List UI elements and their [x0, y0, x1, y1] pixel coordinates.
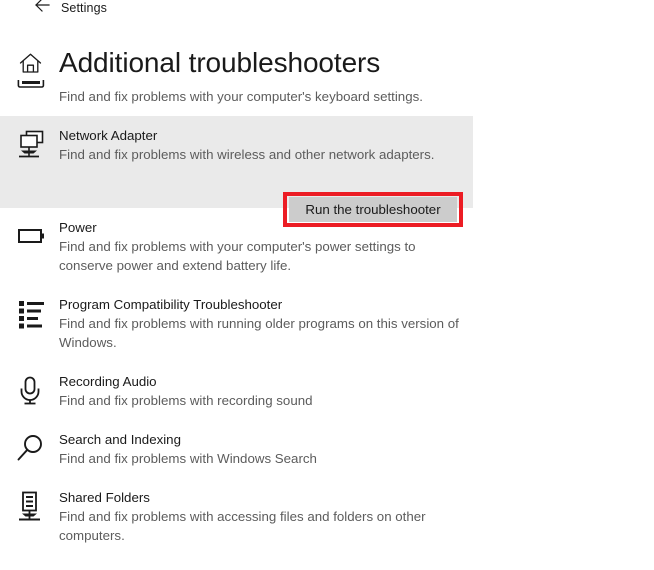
list-icon — [17, 298, 47, 330]
page-subtitle: Find and fix problems with your computer… — [59, 89, 423, 104]
list-item: Search and Indexing Find and fix problem… — [0, 431, 654, 468]
title-bar: Settings — [0, 0, 654, 26]
home-icon[interactable] — [18, 51, 43, 76]
troubleshooter-text: Shared Folders Find and fix problems wit… — [59, 489, 654, 545]
server-icon — [17, 491, 47, 523]
troubleshooter-name: Program Compatibility Troubleshooter — [59, 297, 283, 312]
troubleshooter-list: Network Adapter Find and fix problems wi… — [0, 116, 654, 555]
troubleshooter-description: Find and fix problems with Windows Searc… — [59, 451, 317, 466]
troubleshooter-name: Search and Indexing — [59, 432, 181, 447]
list-item: Power Find and fix problems with your co… — [0, 219, 654, 275]
troubleshooter-name: Recording Audio — [59, 374, 157, 389]
troubleshooter-name: Power — [59, 220, 97, 235]
troubleshooter-description: Find and fix problems with recording sou… — [59, 393, 313, 408]
troubleshooter-item-program-compatibility[interactable]: Program Compatibility Troubleshooter Fin… — [0, 285, 654, 362]
list-item: Network Adapter Find and fix problems wi… — [0, 127, 473, 164]
troubleshooter-description: Find and fix problems with your computer… — [59, 239, 416, 273]
troubleshooter-text: Program Compatibility Troubleshooter Fin… — [59, 296, 654, 352]
troubleshooter-text: Power Find and fix problems with your co… — [59, 219, 654, 275]
troubleshooter-description: Find and fix problems with running older… — [59, 316, 459, 350]
troubleshooter-name: Network Adapter — [59, 128, 158, 143]
troubleshooter-item-network-adapter[interactable]: Network Adapter Find and fix problems wi… — [0, 116, 473, 227]
troubleshooter-item-shared-folders[interactable]: Shared Folders Find and fix problems wit… — [0, 478, 654, 555]
troubleshooter-item-recording-audio[interactable]: Recording Audio Find and fix problems wi… — [0, 362, 654, 420]
troubleshooter-description: Find and fix problems with wireless and … — [59, 147, 435, 162]
app-title: Settings — [61, 1, 107, 15]
troubleshooter-text: Search and Indexing Find and fix problem… — [59, 431, 654, 468]
microphone-icon — [17, 375, 47, 407]
network-adapter-icon — [17, 129, 47, 161]
list-item: Recording Audio Find and fix problems wi… — [0, 373, 654, 410]
troubleshooter-item-search-indexing[interactable]: Search and Indexing Find and fix problem… — [0, 420, 654, 478]
troubleshooter-text: Recording Audio Find and fix problems wi… — [59, 373, 654, 410]
back-arrow-icon[interactable] — [28, 0, 54, 18]
troubleshooter-item-power[interactable]: Power Find and fix problems with your co… — [0, 208, 654, 285]
troubleshooter-description: Find and fix problems with accessing fil… — [59, 509, 426, 543]
list-item: Shared Folders Find and fix problems wit… — [0, 489, 654, 545]
list-item: Program Compatibility Troubleshooter Fin… — [0, 296, 654, 352]
troubleshooter-name: Shared Folders — [59, 490, 150, 505]
page-title: Additional troubleshooters — [59, 47, 381, 78]
troubleshooter-text: Network Adapter Find and fix problems wi… — [59, 127, 473, 164]
magnifier-icon — [17, 433, 47, 465]
keyboard-icon — [17, 80, 45, 94]
battery-icon — [17, 221, 47, 253]
page-header: Additional troubleshooters Find and fix … — [0, 41, 654, 116]
